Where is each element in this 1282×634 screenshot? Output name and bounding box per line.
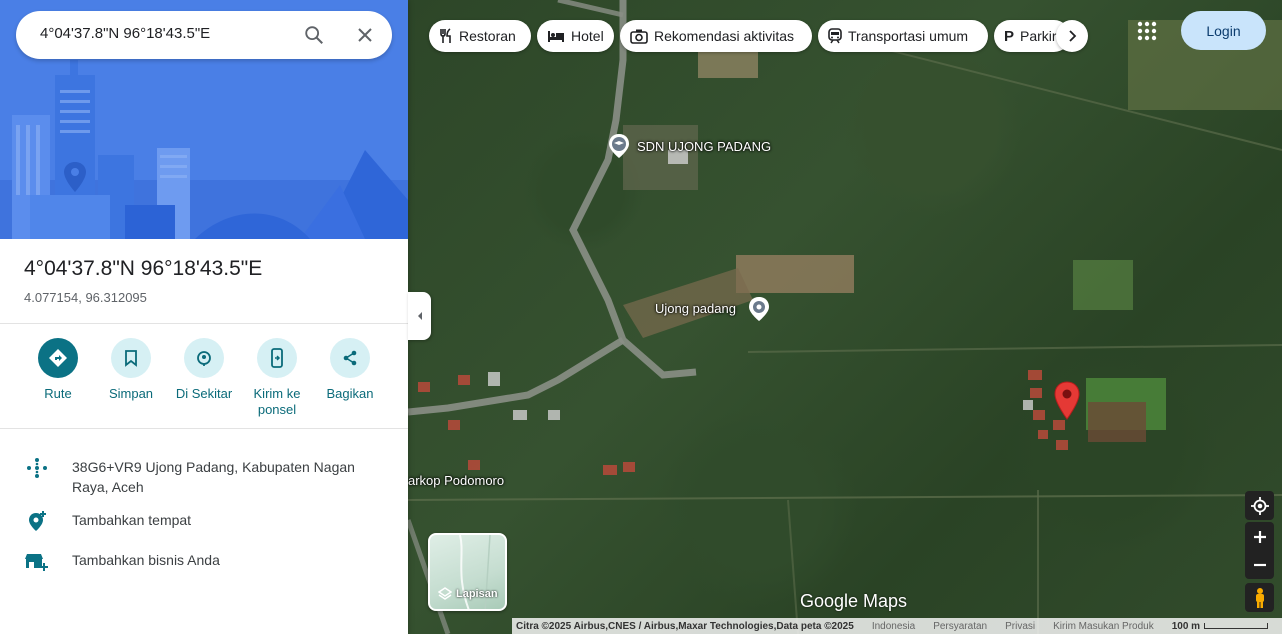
layers-icon bbox=[438, 587, 452, 600]
search-box bbox=[16, 11, 392, 59]
feedback-link[interactable]: Kirim Masukan Produk bbox=[1053, 621, 1154, 632]
scale-label[interactable]: 100 m bbox=[1172, 621, 1200, 632]
map-footer: Citra ©2025 Airbus,CNES / Airbus,Maxar T… bbox=[512, 618, 1282, 634]
village-label[interactable]: Ujong padang bbox=[655, 301, 736, 316]
location-pin-icon[interactable] bbox=[1053, 381, 1081, 421]
pegman-icon bbox=[1255, 587, 1264, 608]
phone-icon bbox=[257, 338, 297, 378]
chip-label: Rekomendasi aktivitas bbox=[654, 28, 795, 44]
chips-scroll-right-button[interactable] bbox=[1056, 20, 1088, 52]
bookmark-icon bbox=[111, 338, 151, 378]
crosshair-icon bbox=[1250, 496, 1269, 515]
fork-knife-icon bbox=[439, 28, 453, 44]
nearby-button[interactable]: Di Sekitar bbox=[164, 338, 244, 402]
send-to-phone-button[interactable]: Kirim ke ponsel bbox=[237, 338, 317, 418]
street-view-pegman-button[interactable] bbox=[1245, 583, 1274, 612]
chip-activities[interactable]: Rekomendasi aktivitas bbox=[620, 20, 812, 52]
school-poi-icon[interactable] bbox=[607, 133, 631, 158]
chip-label: Transportasi umum bbox=[848, 28, 969, 44]
place-poi-icon[interactable] bbox=[747, 296, 771, 321]
apps-grid-icon[interactable] bbox=[1134, 18, 1160, 44]
cafe-label[interactable]: arkop Podomoro bbox=[408, 473, 504, 488]
add-business-row[interactable]: Tambahkan bisnis Anda bbox=[0, 548, 408, 574]
directions-label: Rute bbox=[44, 386, 72, 401]
collapse-panel-button[interactable] bbox=[408, 292, 431, 340]
login-button[interactable]: Login bbox=[1181, 11, 1266, 50]
layers-label-wrap: Lapisan bbox=[438, 587, 498, 601]
close-icon[interactable] bbox=[351, 21, 379, 49]
zoom-out-button[interactable] bbox=[1245, 550, 1274, 579]
camera-icon bbox=[630, 28, 648, 44]
chip-transit[interactable]: Transportasi umum bbox=[818, 20, 988, 52]
train-icon bbox=[828, 28, 842, 44]
bed-icon bbox=[547, 29, 565, 43]
map-canvas[interactable] bbox=[408, 0, 1282, 634]
chip-hotels[interactable]: Hotel bbox=[537, 20, 614, 52]
send-to-phone-label: Kirim ke ponsel bbox=[253, 386, 301, 417]
action-bar: Rute Simpan Di Sekitar Kirim ke ponsel B… bbox=[0, 338, 408, 418]
country-link[interactable]: Indonesia bbox=[872, 621, 915, 632]
satellite-imagery bbox=[408, 0, 1282, 634]
save-button[interactable]: Simpan bbox=[91, 338, 171, 402]
add-business-text: Tambahkan bisnis Anda bbox=[72, 552, 220, 568]
search-input[interactable] bbox=[40, 25, 290, 42]
chip-label: Parkir bbox=[1020, 28, 1057, 44]
plus-code-text: 38G6+VR9 Ujong Padang, Kabupaten Nagan R… bbox=[72, 459, 355, 495]
scale-bar bbox=[1204, 623, 1268, 629]
chevron-right-icon bbox=[1069, 30, 1077, 42]
parking-icon: P bbox=[1004, 27, 1015, 45]
directions-icon bbox=[38, 338, 78, 378]
search-icon[interactable] bbox=[300, 21, 328, 49]
nearby-icon bbox=[184, 338, 224, 378]
divider bbox=[0, 428, 408, 429]
nearby-label: Di Sekitar bbox=[175, 386, 233, 401]
minus-icon bbox=[1253, 563, 1266, 566]
add-place-row[interactable]: Tambahkan tempat bbox=[0, 508, 408, 534]
google-maps-logo: Google Maps bbox=[800, 591, 908, 611]
side-panel: 4°04'37.8"N 96°18'43.5"E 4.077154, 96.31… bbox=[0, 0, 408, 634]
chevron-left-icon bbox=[417, 312, 422, 320]
save-label: Simpan bbox=[108, 386, 154, 401]
terms-link[interactable]: Persyaratan bbox=[933, 621, 987, 632]
attribution-text: Citra ©2025 Airbus,CNES / Airbus,Maxar T… bbox=[516, 620, 854, 632]
app-root: SDN UJONG PADANG Ujong padang arkop Podo… bbox=[0, 0, 1282, 634]
zoom-in-button[interactable] bbox=[1245, 522, 1274, 551]
chip-label: Restoran bbox=[459, 28, 516, 44]
layers-button[interactable]: Lapisan bbox=[428, 533, 507, 611]
my-location-button[interactable] bbox=[1245, 491, 1274, 520]
place-title: 4°04'37.8"N 96°18'43.5"E bbox=[24, 257, 263, 280]
chip-restaurants[interactable]: Restoran bbox=[429, 20, 531, 52]
share-label: Bagikan bbox=[326, 386, 374, 401]
privacy-link[interactable]: Privasi bbox=[1005, 621, 1035, 632]
place-coordinates: 4.077154, 96.312095 bbox=[24, 290, 147, 305]
plus-code-row[interactable]: 38G6+VR9 Ujong Padang, Kabupaten Nagan R… bbox=[0, 455, 408, 495]
add-location-icon bbox=[24, 508, 50, 534]
plus-icon bbox=[1253, 530, 1266, 543]
directions-button[interactable]: Rute bbox=[18, 338, 98, 402]
chip-label: Hotel bbox=[571, 28, 604, 44]
divider bbox=[0, 323, 408, 324]
school-label[interactable]: SDN UJONG PADANG bbox=[637, 139, 771, 154]
share-button[interactable]: Bagikan bbox=[310, 338, 390, 402]
share-icon bbox=[330, 338, 370, 378]
add-place-text: Tambahkan tempat bbox=[72, 512, 192, 528]
layers-label: Lapisan bbox=[456, 588, 498, 600]
add-business-icon bbox=[24, 548, 50, 574]
plus-code-icon bbox=[24, 455, 50, 481]
